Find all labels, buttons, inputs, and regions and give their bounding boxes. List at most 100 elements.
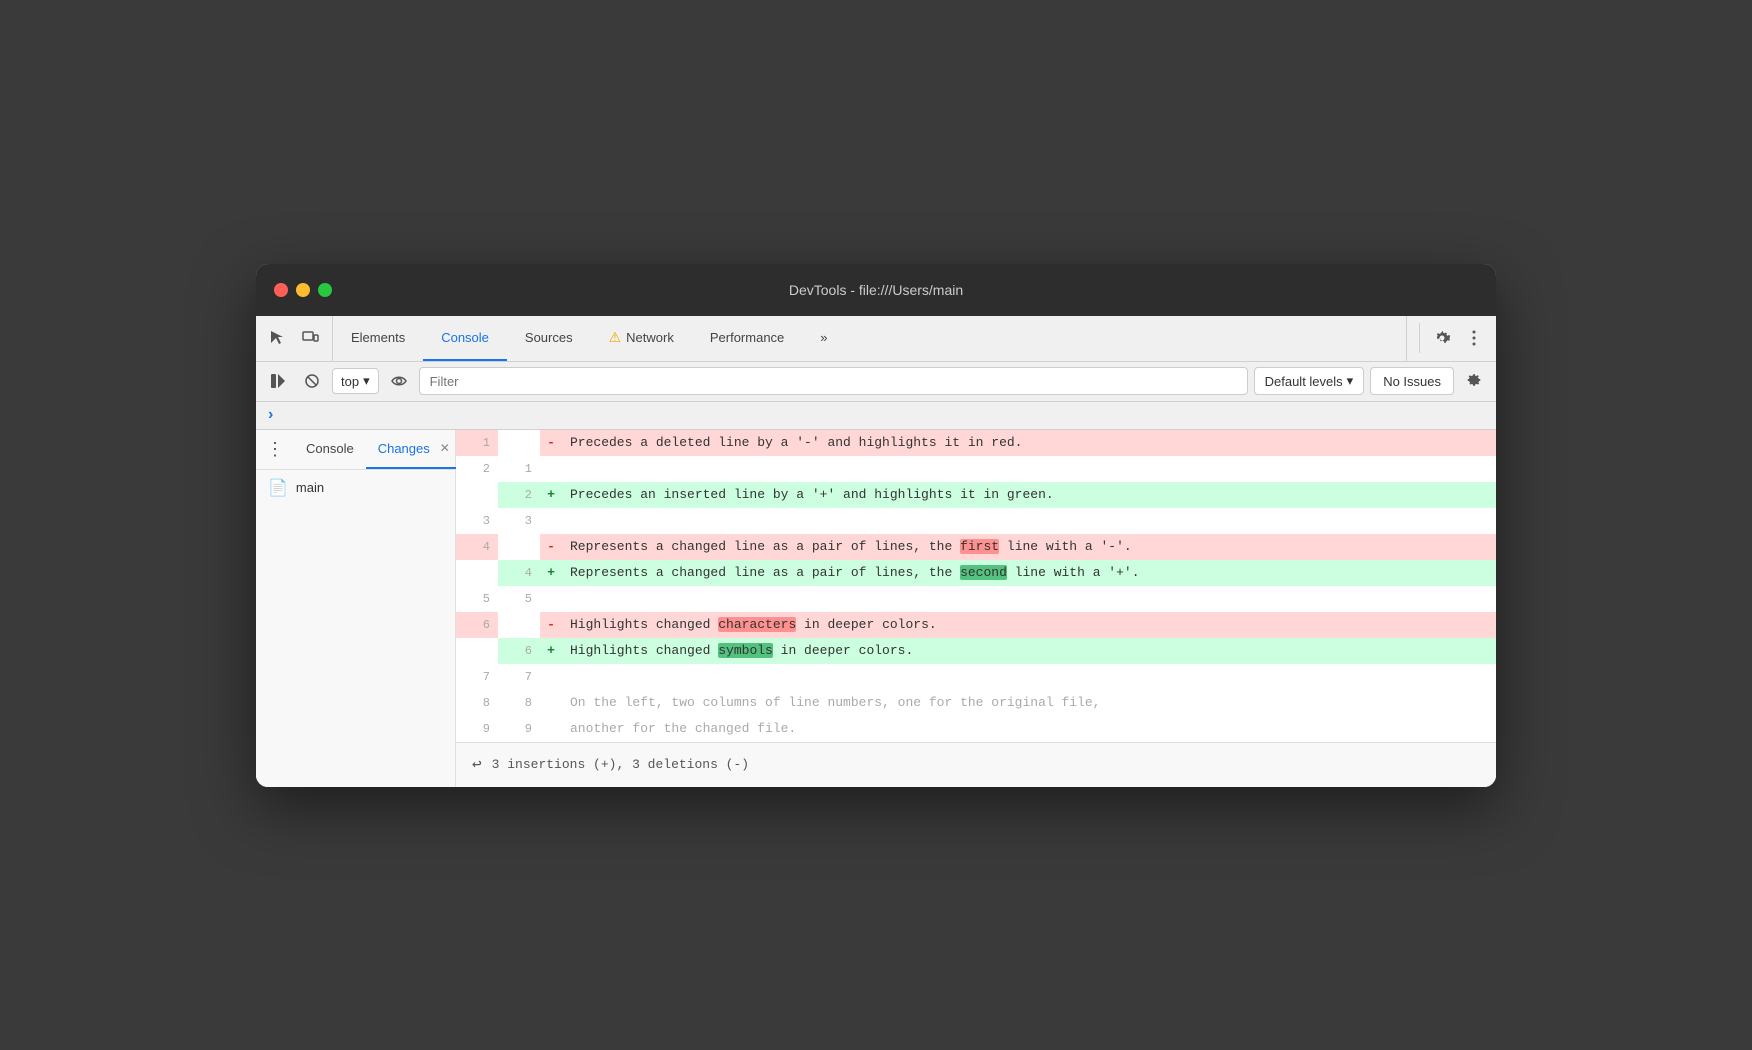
- top-toolbar: Elements Console Sources ⚠ Network Perfo…: [256, 316, 1496, 362]
- diff-marker: -: [540, 612, 562, 638]
- undo-icon: ↩: [472, 753, 482, 777]
- line-num-right: [498, 612, 540, 638]
- context-value: top: [341, 374, 359, 389]
- diff-line: 88 On the left, two columns of line numbe…: [456, 690, 1496, 716]
- diff-marker: [540, 508, 562, 534]
- line-num-right: 9: [498, 716, 540, 742]
- diff-line: 4-Represents a changed line as a pair of…: [456, 534, 1496, 560]
- diff-line: 99 another for the changed file.: [456, 716, 1496, 742]
- device-toggle-icon[interactable]: [296, 324, 324, 352]
- issues-label: No Issues: [1383, 374, 1441, 389]
- console-toolbar: top ▾ Default levels ▾ No Issues: [256, 362, 1496, 402]
- line-num-left: 1: [456, 430, 498, 456]
- maximize-button[interactable]: [318, 283, 332, 297]
- more-options-icon[interactable]: [1460, 324, 1488, 352]
- tab-network[interactable]: ⚠ Network: [591, 316, 692, 361]
- line-num-left: 8: [456, 690, 498, 716]
- line-num-right: [498, 430, 540, 456]
- line-num-right: 8: [498, 690, 540, 716]
- diff-marker: -: [540, 430, 562, 456]
- file-icon: 📄: [268, 478, 288, 498]
- diff-line: 6-Highlights changed characters in deepe…: [456, 612, 1496, 638]
- diff-content: 1-Precedes a deleted line by a '-' and h…: [456, 430, 1496, 787]
- diff-line: 55: [456, 586, 1496, 612]
- main-tabs: Elements Console Sources ⚠ Network Perfo…: [333, 316, 1406, 361]
- network-warning-icon: ⚠: [609, 329, 622, 346]
- diff-marker: [540, 456, 562, 482]
- tab-sources[interactable]: Sources: [507, 316, 591, 361]
- diff-text: On the left, two columns of line numbers…: [562, 690, 1496, 716]
- title-bar: DevTools - file:///Users/main: [256, 264, 1496, 316]
- diff-text: Represents a changed line as a pair of l…: [562, 534, 1496, 560]
- diff-line: 21: [456, 456, 1496, 482]
- diff-marker: +: [540, 482, 562, 508]
- console-tab-label: Console: [306, 441, 354, 456]
- filter-input[interactable]: [419, 367, 1248, 395]
- tab-changes-panel[interactable]: Changes ✕: [366, 430, 466, 469]
- diff-marker: [540, 690, 562, 716]
- close-button[interactable]: [274, 283, 288, 297]
- context-arrow: ▾: [363, 373, 370, 389]
- line-num-left: [456, 638, 498, 664]
- diff-marker: [540, 664, 562, 690]
- diff-text: [562, 508, 1496, 534]
- diff-text: Precedes a deleted line by a '-' and hig…: [562, 430, 1496, 456]
- console-settings-icon[interactable]: [1460, 367, 1488, 395]
- diff-line: 6+Highlights changed symbols in deeper c…: [456, 638, 1496, 664]
- diff-text: Represents a changed line as a pair of l…: [562, 560, 1496, 586]
- main-content: ⋮ Console Changes ✕ ✕ 📄 main 1-Precedes …: [256, 430, 1496, 787]
- tab-console-panel[interactable]: Console: [294, 430, 366, 469]
- diff-marker: -: [540, 534, 562, 560]
- tab-performance[interactable]: Performance: [692, 316, 802, 361]
- diff-text: [562, 456, 1496, 482]
- line-num-right: 7: [498, 664, 540, 690]
- eye-icon[interactable]: [385, 367, 413, 395]
- toolbar-left: [256, 316, 333, 361]
- line-num-right: [498, 534, 540, 560]
- diff-line: 77: [456, 664, 1496, 690]
- line-num-right: 2: [498, 482, 540, 508]
- levels-arrow: ▾: [1347, 373, 1354, 389]
- diff-text: another for the changed file.: [562, 716, 1496, 742]
- levels-label: Default levels: [1265, 374, 1343, 389]
- devtools-window: DevTools - file:///Users/main Elements C…: [256, 264, 1496, 787]
- line-num-left: [456, 482, 498, 508]
- levels-dropdown[interactable]: Default levels ▾: [1254, 367, 1365, 395]
- line-num-right: 4: [498, 560, 540, 586]
- line-num-left: 5: [456, 586, 498, 612]
- play-icon[interactable]: [264, 367, 292, 395]
- panel-tabs: ⋮ Console Changes ✕ ✕: [256, 430, 455, 470]
- tab-console[interactable]: Console: [423, 316, 507, 361]
- tab-elements[interactable]: Elements: [333, 316, 423, 361]
- toolbar-right: [1406, 316, 1496, 361]
- line-num-right: 6: [498, 638, 540, 664]
- inspect-icon[interactable]: [264, 324, 292, 352]
- diff-marker: +: [540, 638, 562, 664]
- changes-tab-close[interactable]: ✕: [436, 439, 454, 457]
- diff-text: Precedes an inserted line by a '+' and h…: [562, 482, 1496, 508]
- diff-text: [562, 664, 1496, 690]
- diff-text: [562, 586, 1496, 612]
- line-num-left: 6: [456, 612, 498, 638]
- panel-menu-icon[interactable]: ⋮: [256, 430, 294, 469]
- line-num-right: 5: [498, 586, 540, 612]
- file-item-main[interactable]: 📄 main: [256, 470, 455, 506]
- block-icon[interactable]: [298, 367, 326, 395]
- minimize-button[interactable]: [296, 283, 310, 297]
- context-selector[interactable]: top ▾: [332, 368, 379, 394]
- settings-icon[interactable]: [1428, 324, 1456, 352]
- file-label: main: [296, 480, 324, 495]
- diff-marker: +: [540, 560, 562, 586]
- diff-lines: 1-Precedes a deleted line by a '-' and h…: [456, 430, 1496, 742]
- changes-tab-label: Changes: [378, 441, 430, 456]
- left-panel: ⋮ Console Changes ✕ ✕ 📄 main: [256, 430, 456, 787]
- line-num-left: 9: [456, 716, 498, 742]
- line-num-right: 3: [498, 508, 540, 534]
- breadcrumb-arrow: ›: [268, 406, 273, 424]
- tab-more[interactable]: »: [802, 316, 845, 361]
- diff-text: Highlights changed symbols in deeper col…: [562, 638, 1496, 664]
- issues-button[interactable]: No Issues: [1370, 367, 1454, 395]
- window-title: DevTools - file:///Users/main: [789, 282, 963, 298]
- line-num-left: 2: [456, 456, 498, 482]
- breadcrumb-bar: ›: [256, 402, 1496, 430]
